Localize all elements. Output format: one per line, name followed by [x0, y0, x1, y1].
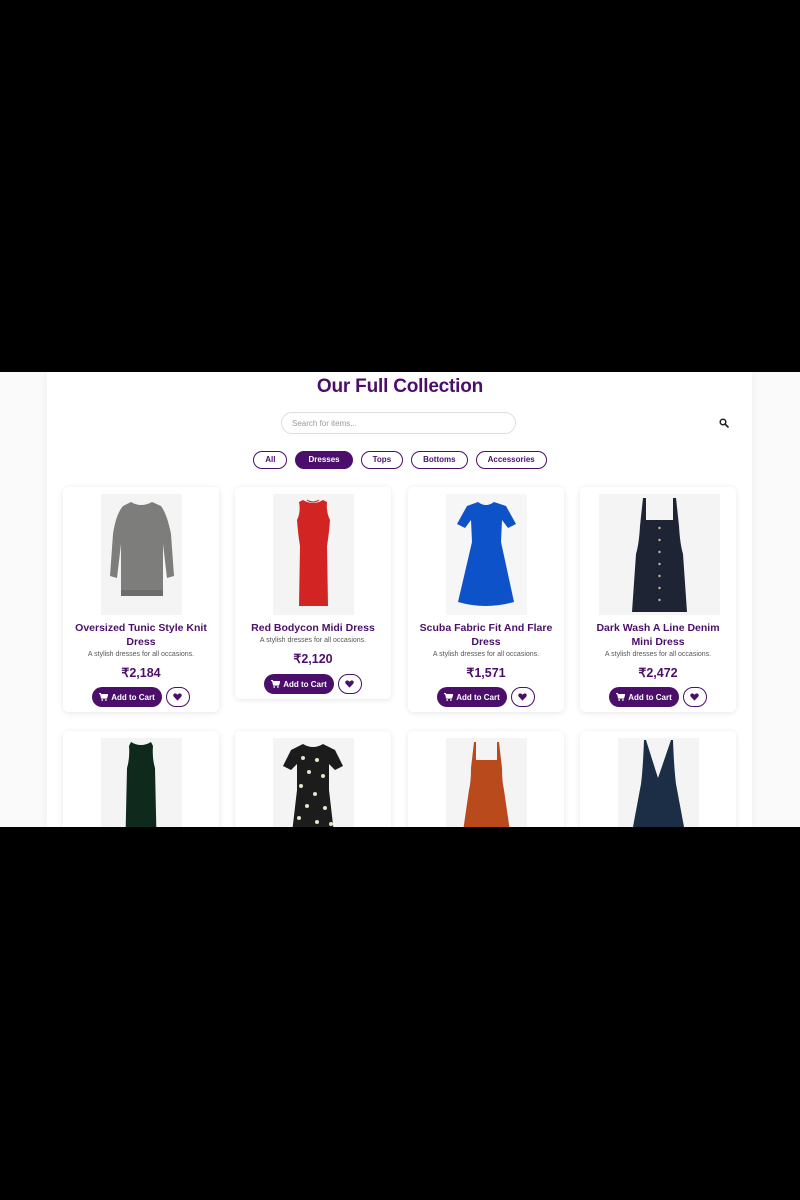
product-description: A stylish dresses for all occasions. [432, 651, 540, 658]
product-name[interactable]: Dark Wash A Line Denim Mini Dress [586, 621, 730, 649]
wishlist-button[interactable] [165, 687, 190, 707]
filter-tops[interactable]: Tops [360, 451, 404, 469]
wishlist-button[interactable] [337, 674, 362, 694]
filter-bottoms[interactable]: Bottoms [411, 451, 468, 469]
add-to-cart-label: Add to Cart [283, 679, 327, 689]
browser-viewport: Our Full Collection All Dresses Tops Bot… [0, 372, 800, 827]
filter-all[interactable]: All [253, 451, 288, 469]
product-card: Red Bodycon Midi Dress A stylish dresses… [235, 487, 391, 699]
cart-icon [99, 693, 109, 701]
product-price: ₹2,472 [638, 666, 678, 680]
filter-accessories[interactable]: Accessories [475, 451, 547, 469]
product-name[interactable]: Scuba Fabric Fit And Flare Dress [414, 621, 558, 649]
product-card: Dark Wash A Line Denim Mini Dress A styl… [580, 487, 736, 712]
product-card: Scuba Fabric Fit And Flare Dress A styli… [408, 487, 564, 712]
add-to-cart-button[interactable]: Add to Cart [92, 687, 162, 707]
add-to-cart-button[interactable]: Add to Cart [437, 687, 507, 707]
product-image[interactable] [101, 494, 182, 615]
product-image[interactable] [446, 738, 527, 827]
product-image[interactable] [273, 738, 354, 827]
product-image[interactable] [101, 738, 182, 827]
heart-icon [690, 693, 700, 701]
category-filters: All Dresses Tops Bottoms Accessories [0, 451, 800, 469]
product-price: ₹1,571 [466, 666, 506, 680]
add-to-cart-label: Add to Cart [456, 692, 500, 702]
wishlist-button[interactable] [510, 687, 535, 707]
heart-icon [518, 693, 528, 701]
product-name[interactable]: Oversized Tunic Style Knit Dress [69, 621, 213, 649]
filter-dresses[interactable]: Dresses [295, 451, 353, 469]
add-to-cart-button[interactable]: Add to Cart [609, 687, 679, 707]
cart-icon [616, 693, 626, 701]
product-card [580, 731, 736, 827]
product-price: ₹2,120 [293, 652, 333, 666]
product-price: ₹2,184 [121, 666, 161, 680]
product-card [408, 731, 564, 827]
cart-icon [271, 680, 281, 688]
cart-icon [444, 693, 454, 701]
product-description: A stylish dresses for all occasions. [259, 637, 367, 644]
product-card [63, 731, 219, 827]
heart-icon [173, 693, 183, 701]
product-card: Oversized Tunic Style Knit Dress A styli… [63, 487, 219, 712]
product-image[interactable] [273, 494, 354, 615]
heart-icon [345, 680, 355, 688]
product-name[interactable]: Red Bodycon Midi Dress [241, 621, 385, 635]
wishlist-button[interactable] [682, 687, 707, 707]
product-image[interactable] [618, 738, 699, 827]
product-card [235, 731, 391, 827]
add-to-cart-label: Add to Cart [628, 692, 672, 702]
product-image[interactable] [599, 494, 720, 615]
page-title: Our Full Collection [316, 376, 484, 397]
product-description: A stylish dresses for all occasions. [87, 651, 195, 658]
product-description: A stylish dresses for all occasions. [604, 651, 712, 658]
search-icon[interactable] [719, 418, 729, 428]
search-input[interactable] [281, 412, 516, 434]
add-to-cart-button[interactable]: Add to Cart [264, 674, 334, 694]
product-image[interactable] [446, 494, 527, 615]
add-to-cart-label: Add to Cart [111, 692, 155, 702]
